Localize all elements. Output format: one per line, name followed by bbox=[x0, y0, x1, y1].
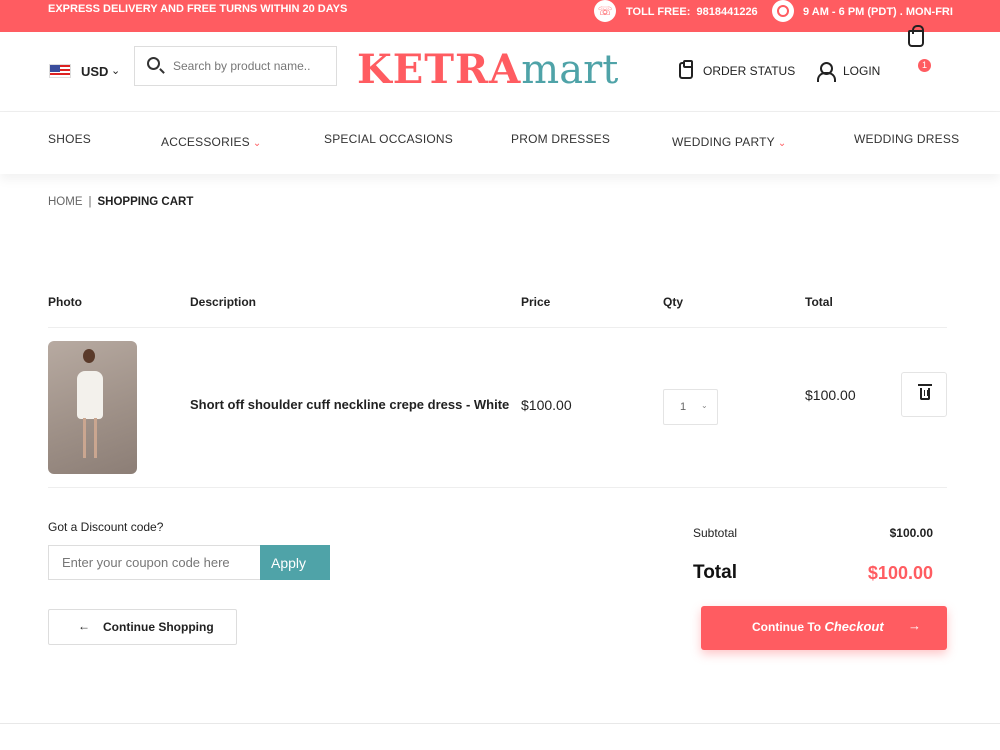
toll-free-number[interactable]: 9818441226 bbox=[697, 6, 758, 18]
continue-shopping-button[interactable]: ← Continue Shopping bbox=[48, 609, 237, 645]
line-total: $100.00 bbox=[805, 387, 856, 403]
login-label: LOGIN bbox=[843, 64, 881, 78]
nav-item-special-occasions[interactable]: SPECIAL OCCASIONS bbox=[324, 132, 453, 146]
nav-item-wedding-dress[interactable]: WEDDING DRESS bbox=[854, 132, 959, 146]
total-value: $100.00 bbox=[867, 563, 933, 583]
currency-selector[interactable]: USD bbox=[81, 64, 108, 79]
chevron-down-icon: ⌄ bbox=[777, 138, 787, 149]
site-logo[interactable]: KETRAmart bbox=[357, 46, 618, 94]
checkout-label: Continue To Checkout bbox=[752, 619, 884, 634]
model-legs bbox=[83, 418, 97, 458]
breadcrumb-current: SHOPPING CART bbox=[97, 196, 194, 208]
search-box bbox=[134, 46, 337, 86]
cart-count-badge: 1 bbox=[918, 59, 931, 72]
clipboard-icon bbox=[679, 60, 693, 79]
table-divider bbox=[48, 327, 947, 328]
chevron-down-icon: ⌄ bbox=[701, 401, 708, 410]
nav-item-prom-dresses[interactable]: PROM DRESSES bbox=[511, 132, 610, 146]
arrow-left-icon: ← bbox=[78, 619, 90, 633]
checkout-emphasis: Checkout bbox=[824, 619, 884, 634]
search-icon[interactable] bbox=[147, 57, 160, 70]
coupon-input[interactable] bbox=[48, 545, 260, 580]
column-header-photo: Photo bbox=[48, 295, 82, 309]
business-hours: 9 AM - 6 PM (PDT) . MON-FRI bbox=[803, 6, 953, 18]
discount-label: Got a Discount code? bbox=[48, 520, 164, 534]
column-header-qty: Qty bbox=[663, 295, 684, 309]
table-divider bbox=[48, 487, 947, 488]
toll-free: TOLL FREE: 9818441226 bbox=[626, 6, 758, 18]
arrow-right-icon: → bbox=[908, 618, 921, 633]
nav-label-accessories: ACCESSORIES bbox=[161, 135, 250, 149]
chevron-down-icon[interactable]: ⌄ bbox=[111, 64, 120, 77]
footer-divider bbox=[0, 723, 1000, 724]
column-header-total: Total bbox=[805, 295, 833, 309]
nav-item-shoes[interactable]: SHOES bbox=[48, 132, 91, 146]
phone-icon: ☏ bbox=[594, 0, 616, 22]
total-label: Total bbox=[693, 562, 737, 583]
nav-item-accessories[interactable]: ACCESSORIES ⌄ bbox=[161, 135, 261, 149]
checkout-button[interactable]: Continue To Checkout → bbox=[701, 606, 947, 650]
breadcrumb: HOME | SHOPPING CART bbox=[48, 196, 193, 208]
clock-icon bbox=[772, 0, 794, 22]
user-icon bbox=[817, 62, 836, 82]
login-link[interactable]: LOGIN bbox=[817, 62, 881, 82]
model-head bbox=[83, 349, 95, 363]
chevron-down-icon: ⌄ bbox=[252, 138, 262, 149]
top-bar: EXPRESS DELIVERY AND FREE TURNS WITHIN 2… bbox=[0, 0, 1000, 32]
product-price: $100.00 bbox=[521, 397, 572, 413]
product-description[interactable]: Short off shoulder cuff neckline crepe d… bbox=[190, 397, 509, 412]
toll-free-label: TOLL FREE: bbox=[626, 6, 691, 18]
order-status-link[interactable]: ORDER STATUS bbox=[679, 60, 796, 79]
trash-icon bbox=[918, 384, 932, 400]
nav-label-wedding-party: WEDDING PARTY bbox=[672, 135, 775, 149]
promo-text: EXPRESS DELIVERY AND FREE TURNS WITHIN 2… bbox=[48, 3, 348, 15]
logo-part-ketra: KETRA bbox=[357, 46, 522, 93]
column-header-price: Price bbox=[521, 295, 551, 309]
flag-icon[interactable] bbox=[49, 64, 71, 78]
quantity-value: 1 bbox=[680, 401, 687, 413]
breadcrumb-home[interactable]: HOME bbox=[48, 196, 83, 208]
quantity-select[interactable]: 1 ⌄ bbox=[663, 389, 718, 425]
apply-coupon-button[interactable]: Apply bbox=[260, 545, 330, 580]
breadcrumb-separator: | bbox=[88, 196, 92, 208]
delete-item-button[interactable] bbox=[901, 372, 947, 417]
nav-item-wedding-party[interactable]: WEDDING PARTY ⌄ bbox=[672, 135, 786, 149]
product-photo[interactable] bbox=[48, 341, 137, 474]
continue-shopping-label: Continue Shopping bbox=[103, 620, 214, 634]
search-input[interactable] bbox=[173, 55, 333, 77]
subtotal-label: Subtotal bbox=[693, 526, 738, 540]
checkout-prefix: Continue To bbox=[752, 620, 822, 634]
model-dress bbox=[77, 371, 103, 419]
main-nav: SHOES ACCESSORIES ⌄ SPECIAL OCCASIONS PRO… bbox=[0, 112, 1000, 174]
cart-icon[interactable] bbox=[908, 25, 924, 47]
order-status-label: ORDER STATUS bbox=[703, 63, 796, 78]
subtotal-value: $100.00 bbox=[889, 526, 933, 540]
logo-part-mart: mart bbox=[521, 47, 619, 93]
site-header: USD ⌄ KETRAmart ORDER STATUS LOGIN bbox=[0, 32, 1000, 112]
column-header-description: Description bbox=[190, 295, 257, 309]
